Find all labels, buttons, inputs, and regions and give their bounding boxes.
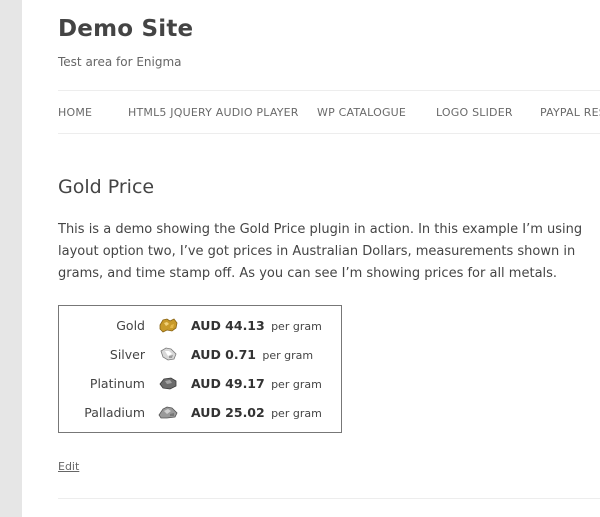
- metal-price-line: AUD 0.71 per gram: [191, 347, 313, 362]
- edit-link[interactable]: Edit: [58, 460, 79, 473]
- footer-divider: [58, 498, 600, 499]
- price-unit: per gram: [262, 349, 314, 362]
- price-unit: per gram: [271, 320, 322, 333]
- nav-item-wp-catalogue[interactable]: WP CATALOGUE: [317, 106, 406, 119]
- metal-price-line: AUD 25.02 per gram: [191, 405, 322, 420]
- site-title[interactable]: Demo Site: [58, 16, 193, 42]
- nav-item-logo-slider[interactable]: LOGO SLIDER: [436, 106, 513, 119]
- gold-price-widget: Gold AUD 44.13 per gram Silver AUD 0.71 …: [58, 305, 342, 433]
- price-row-palladium: Palladium AUD 25.02 per gram: [59, 403, 343, 423]
- price-row-gold: Gold AUD 44.13 per gram: [59, 316, 343, 336]
- metal-price-line: AUD 49.17 per gram: [191, 376, 322, 391]
- price-row-platinum: Platinum AUD 49.17 per gram: [59, 374, 343, 394]
- metal-name: Gold: [116, 318, 145, 333]
- price-value: AUD 25.02: [191, 405, 265, 420]
- entry-text: This is a demo showing the Gold Price pl…: [58, 222, 583, 281]
- nav-item-html5-audio-player[interactable]: HTML5 JQUERY AUDIO PLAYER: [128, 106, 299, 119]
- palladium-nugget-icon: [158, 406, 178, 419]
- price-value: AUD 44.13: [191, 318, 265, 333]
- gold-nugget-icon: [159, 318, 178, 333]
- metal-name: Palladium: [84, 405, 145, 420]
- platinum-nugget-icon: [159, 377, 177, 390]
- entry-title: Gold Price: [58, 176, 155, 198]
- site-description: Test area for Enigma: [58, 55, 182, 69]
- price-unit: per gram: [271, 378, 322, 391]
- nav-item-paypal-res[interactable]: PAYPAL RES: [540, 106, 600, 119]
- price-value: AUD 0.71: [191, 347, 257, 362]
- nav-item-home[interactable]: HOME: [58, 106, 92, 119]
- price-unit: per gram: [271, 407, 322, 420]
- price-row-silver: Silver AUD 0.71 per gram: [59, 345, 343, 365]
- silver-nugget-icon: [160, 347, 177, 361]
- metal-name: Silver: [109, 347, 145, 362]
- price-value: AUD 49.17: [191, 376, 265, 391]
- page-content: Demo Site Test area for Enigma HOME HTML…: [22, 0, 600, 517]
- nav-divider-bottom: [58, 133, 600, 134]
- metal-name: Platinum: [89, 376, 145, 391]
- nav-divider-top: [58, 90, 600, 91]
- metal-price-line: AUD 44.13 per gram: [191, 318, 322, 333]
